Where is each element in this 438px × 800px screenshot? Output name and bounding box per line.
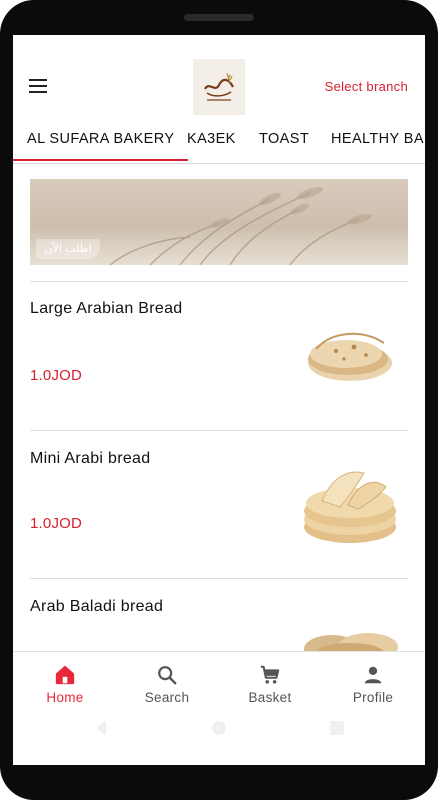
promo-banner[interactable]: اطلب الآن: [30, 179, 408, 265]
product-name: Arab Baladi bread: [30, 598, 164, 615]
nav-basket[interactable]: Basket: [230, 664, 310, 705]
large-arabian-bread-image: [292, 321, 408, 391]
bottom-navigation: Home Search Basket Profile: [13, 651, 425, 765]
select-branch-button[interactable]: Select branch: [325, 79, 408, 94]
cart-icon: [260, 665, 280, 684]
nav-profile[interactable]: Profile: [333, 664, 413, 705]
divider: [30, 281, 408, 282]
system-recents-icon[interactable]: [329, 720, 345, 736]
bakery-logo: [193, 59, 245, 115]
system-back-icon[interactable]: [93, 720, 109, 736]
phone-speaker: [184, 14, 254, 21]
nav-basket-label: Basket: [248, 690, 292, 705]
product-price: 1.0JOD: [30, 515, 83, 532]
nav-search-label: Search: [144, 690, 190, 705]
divider: [30, 578, 408, 579]
tab-healthy-bakery[interactable]: HEALTHY BAK: [331, 131, 425, 147]
category-tabs: AL SUFARA BAKERY KA3EK TOAST HEALTHY BAK: [13, 127, 425, 164]
product-price: 1.0JOD: [30, 367, 83, 384]
app-bar: Select branch: [13, 35, 425, 127]
search-icon: [158, 666, 177, 685]
tab-toast[interactable]: TOAST: [259, 131, 309, 147]
nav-home-label: Home: [46, 690, 84, 705]
hamburger-menu-icon[interactable]: [29, 79, 47, 93]
product-name: Mini Arabi bread: [30, 450, 151, 467]
system-home-icon[interactable]: [211, 720, 227, 736]
tab-ka3ek[interactable]: KA3EK: [187, 131, 236, 147]
product-name: Large Arabian Bread: [30, 300, 183, 317]
arab-baladi-bread-image: [292, 613, 408, 653]
nav-search[interactable]: Search: [127, 664, 207, 705]
nav-profile-label: Profile: [352, 690, 394, 705]
nav-home[interactable]: Home: [25, 664, 105, 705]
tab-al-sufara-bakery[interactable]: AL SUFARA BAKERY: [13, 131, 189, 161]
home-icon: [55, 665, 75, 685]
phone-frame: Select branch AL SUFARA BAKERY KA3EK TOA…: [0, 0, 438, 800]
order-now-badge[interactable]: اطلب الآن: [36, 239, 100, 259]
person-icon: [364, 666, 382, 684]
app-screen: Select branch AL SUFARA BAKERY KA3EK TOA…: [13, 35, 425, 765]
divider: [30, 430, 408, 431]
mini-arabi-bread-image: [292, 447, 408, 563]
